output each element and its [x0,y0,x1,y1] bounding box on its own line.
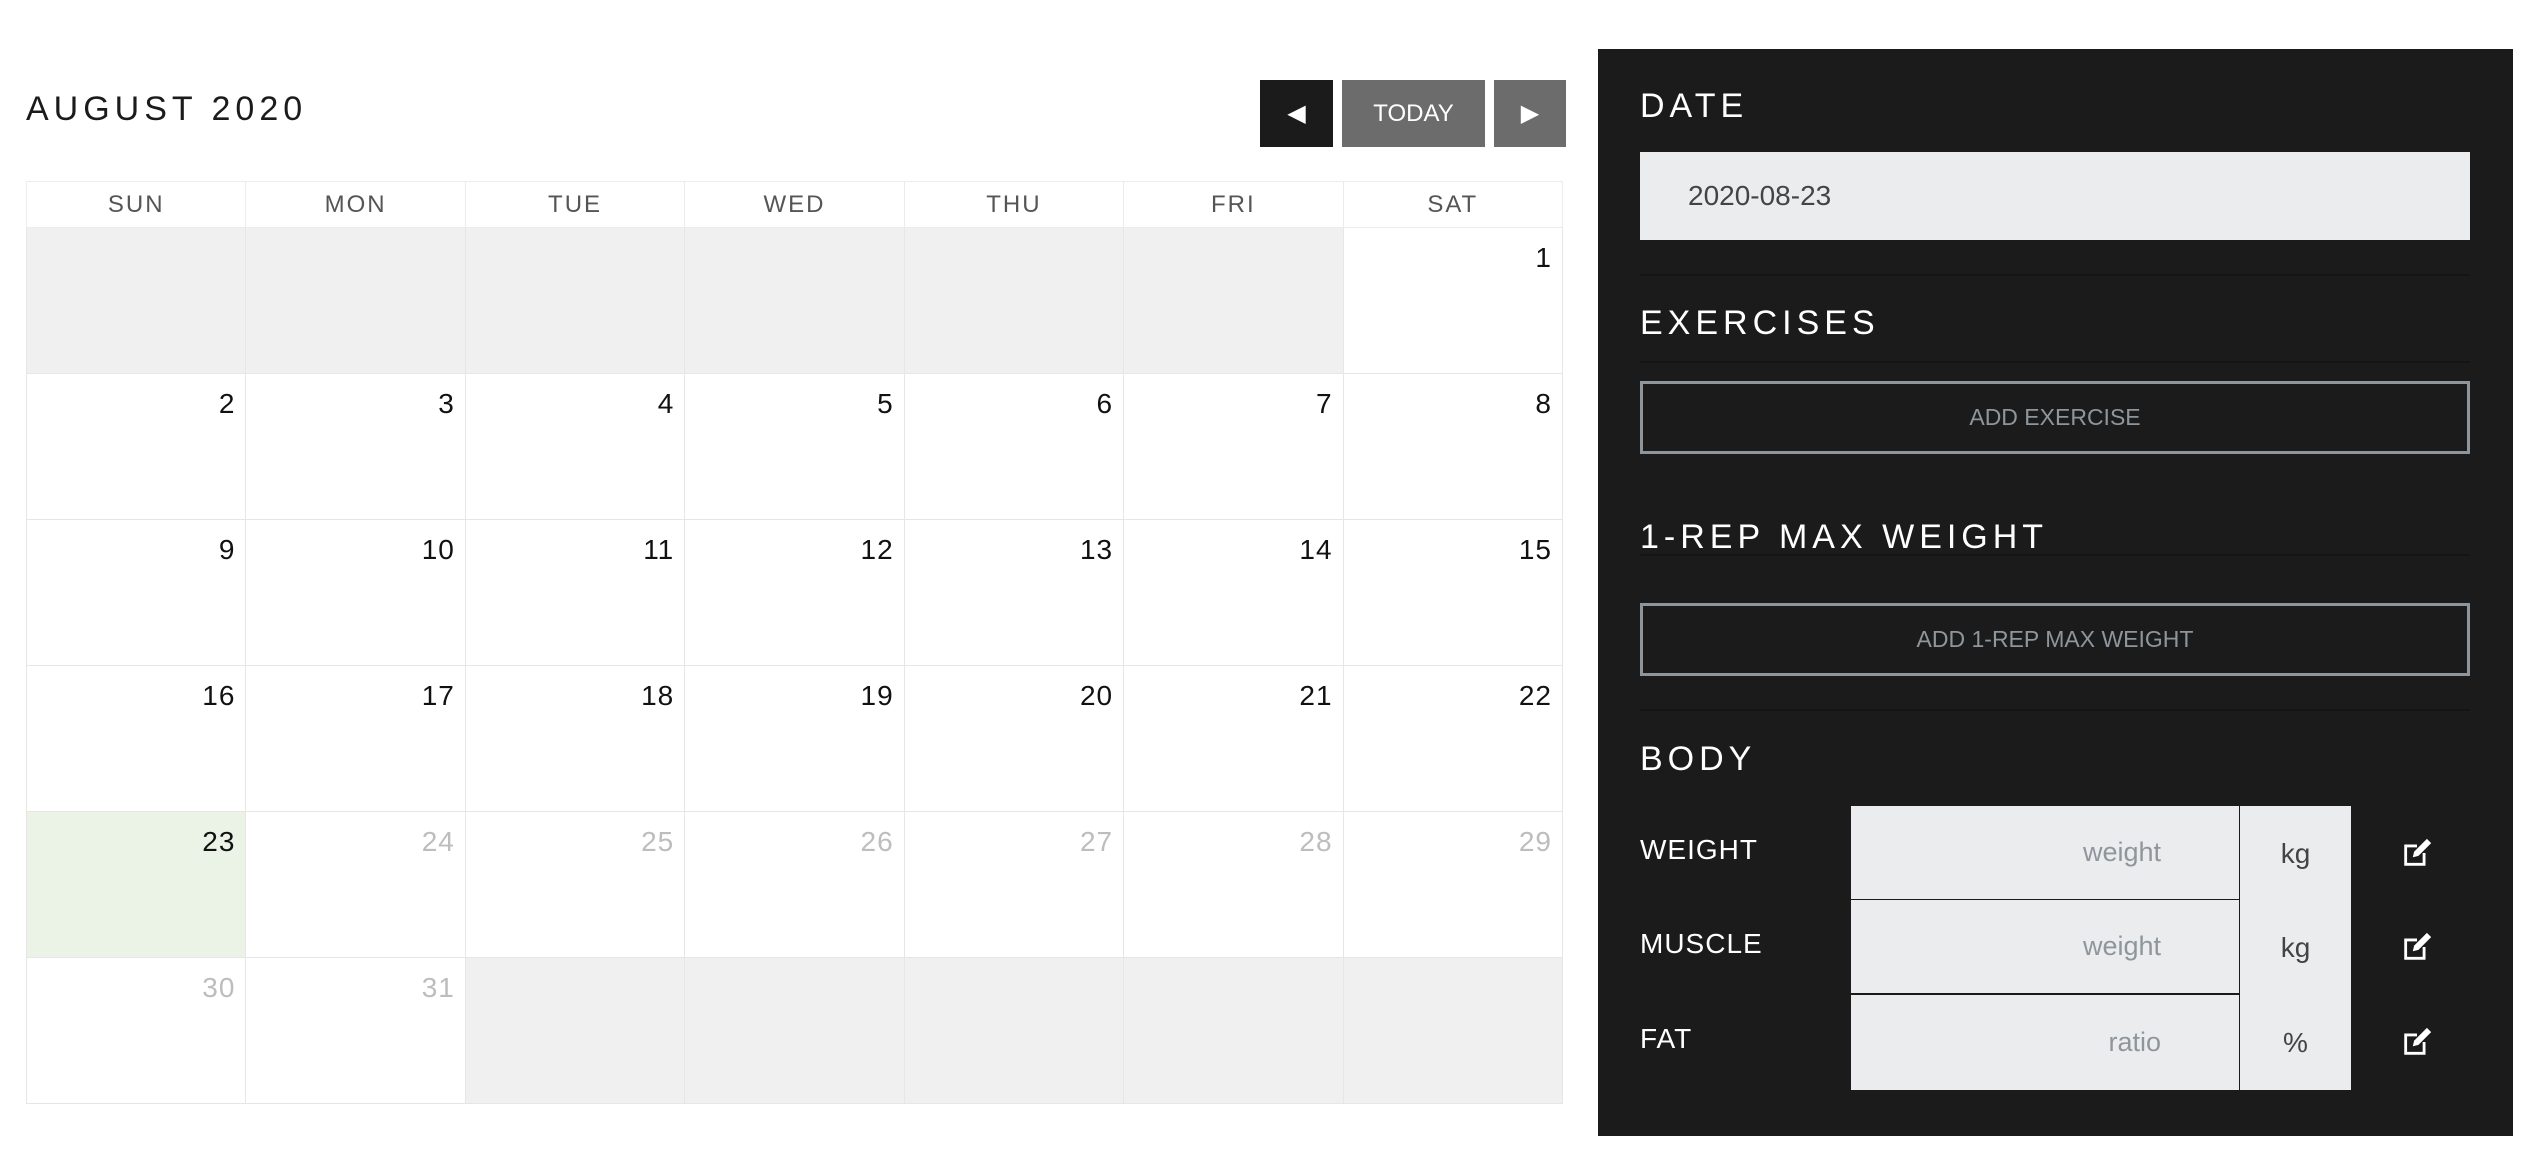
calendar-empty-cell [464,227,686,374]
calendar-day[interactable]: 8 [1342,373,1564,520]
calendar-day[interactable]: 26 [684,811,905,958]
calendar-empty-cell [903,957,1125,1104]
next-month-button[interactable]: ▶ [1494,80,1566,147]
weekday-header: MON [245,181,466,228]
calendar-day[interactable]: 30 [25,957,247,1104]
calendar-empty-cell [1123,957,1344,1104]
calendar-day[interactable]: 10 [245,519,466,666]
calendar-day[interactable]: 23 [25,811,247,958]
body-row-label: WEIGHT [1640,834,1758,865]
date-heading: DATE [1640,87,1749,125]
calendar-day[interactable]: 1 [1342,227,1564,374]
calendar-empty-cell [684,957,905,1104]
calendar-week: 16 17 18 19 20 21 22 [25,665,1564,812]
calendar-empty-cell [684,227,905,374]
calendar-empty-cell [245,227,466,374]
weekday-header: FRI [1123,181,1344,228]
body-row-weight: WEIGHT weight kg [1640,806,2470,901]
unit-label: kg [2239,806,2351,901]
calendar-day[interactable]: 29 [1342,811,1564,958]
body-row-label: MUSCLE [1640,928,1763,959]
calendar-day[interactable]: 16 [25,665,247,812]
weekday-header: TUE [464,181,686,228]
add-one-rep-max-button[interactable]: ADD 1-REP MAX WEIGHT [1640,603,2470,676]
edit-icon[interactable] [2400,1025,2434,1059]
month-title: AUGUST 2020 [26,90,308,128]
calendar-week: 30 31 [25,957,1564,1104]
calendar-day[interactable]: 5 [684,373,905,520]
add-exercise-button[interactable]: ADD EXERCISE [1640,381,2470,454]
divider [1640,274,2470,276]
day-detail-panel: DATE EXERCISES ADD EXERCISE 1-REP MAX WE… [1598,49,2513,1136]
calendar-grid: SUN MON TUE WED THU FRI SAT 1 2 3 4 5 6 7 8 9 10 11 12 13 1… [25,181,1564,1104]
weekday-header: SUN [25,181,247,228]
calendar-day[interactable]: 9 [25,519,247,666]
body-row-fat: FAT ratio % [1640,995,2470,1090]
calendar-day[interactable]: 15 [1342,519,1564,666]
date-input[interactable] [1640,152,2470,240]
calendar-week: 9 10 11 12 13 14 15 [25,519,1564,666]
weekday-header: THU [903,181,1125,228]
unit-label: kg [2239,900,2351,995]
weekday-header: WED [684,181,905,228]
calendar-day[interactable]: 3 [245,373,466,520]
caret-left-icon: ◀ [1287,100,1306,127]
calendar-empty-cell [1342,957,1564,1104]
calendar-day[interactable]: 12 [684,519,905,666]
calendar-day[interactable]: 17 [245,665,466,812]
calendar-day[interactable]: 27 [903,811,1125,958]
calendar-day[interactable]: 20 [903,665,1125,812]
calendar-day[interactable]: 28 [1123,811,1344,958]
calendar-day[interactable]: 25 [464,811,686,958]
exercises-heading: EXERCISES [1640,304,1880,342]
body-value-input[interactable]: weight [1851,900,2239,995]
today-button[interactable]: TODAY [1342,80,1485,147]
calendar-empty-cell [1123,227,1344,374]
divider [1640,361,2470,363]
calendar-empty-cell [903,227,1125,374]
calendar-day[interactable]: 18 [464,665,686,812]
body-row-muscle: MUSCLE weight kg [1640,900,2470,995]
body-heading: BODY [1640,740,1757,778]
edit-icon[interactable] [2400,930,2434,964]
calendar-day[interactable]: 21 [1123,665,1344,812]
calendar-day[interactable]: 14 [1123,519,1344,666]
one-rep-max-heading: 1-REP MAX WEIGHT [1640,518,2049,556]
weekday-header: SAT [1342,181,1564,228]
caret-right-icon: ▶ [1520,100,1540,127]
calendar-week: 2345678 [25,373,1564,520]
calendar-day[interactable]: 2 [25,373,247,520]
calendar-day[interactable]: 24 [245,811,466,958]
calendar-day[interactable]: 19 [684,665,905,812]
divider [1640,709,2470,711]
calendar-day[interactable]: 13 [903,519,1125,666]
calendar-day[interactable]: 6 [903,373,1125,520]
calendar-day[interactable]: 31 [245,957,466,1104]
calendar-day[interactable]: 4 [464,373,686,520]
calendar-empty-cell [25,227,247,374]
prev-month-button[interactable]: ◀ [1260,80,1333,147]
calendar-day[interactable]: 11 [464,519,686,666]
body-row-label: FAT [1640,1023,1693,1054]
edit-icon[interactable] [2400,836,2434,870]
calendar-day[interactable]: 7 [1123,373,1344,520]
body-value-input[interactable]: ratio [1851,995,2239,1090]
calendar-day[interactable]: 22 [1342,665,1564,812]
calendar-week: 1 [25,227,1564,374]
calendar-week: 23 24 25 26 27 28 29 [25,811,1564,958]
calendar-empty-cell [464,957,686,1104]
unit-label: % [2239,995,2351,1090]
body-value-input[interactable]: weight [1851,806,2239,901]
